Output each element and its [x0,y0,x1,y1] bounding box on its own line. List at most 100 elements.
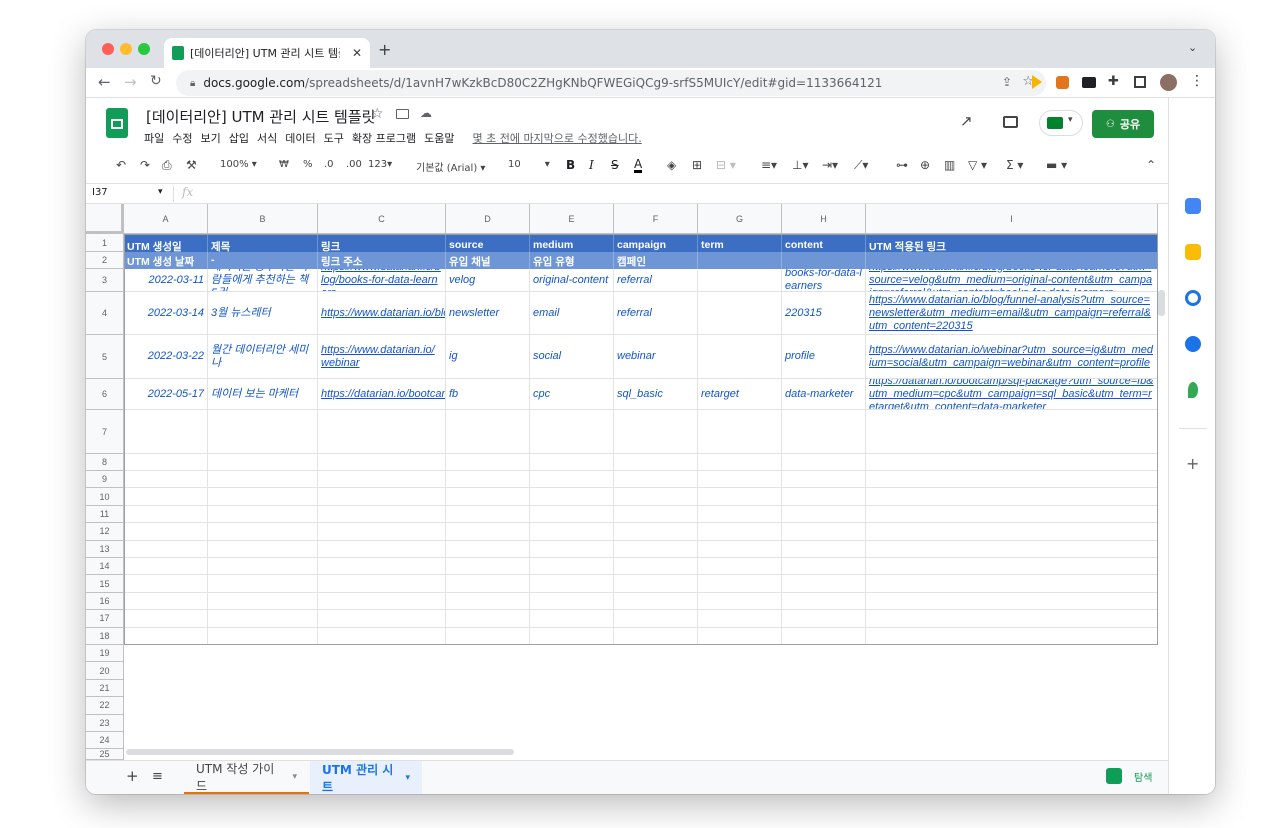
data-cell-title[interactable]: 월간 데이터리안 세미나 [208,335,318,379]
empty-cell[interactable] [782,488,866,506]
percent-format-button[interactable]: % [303,159,313,170]
tab-utm-guide[interactable]: UTM 작성 가이드 ▾ [184,761,309,794]
redo-icon[interactable]: ↷ [140,158,150,172]
data-cell-content[interactable]: data-marketer [782,379,866,410]
empty-cell[interactable] [124,454,208,471]
empty-cell[interactable] [698,488,782,506]
row-header[interactable]: 11 [86,505,124,524]
functions-icon[interactable]: Σ ▾ [1006,158,1023,172]
empty-cell[interactable] [124,575,208,593]
data-cell-link[interactable]: https://www.datarian.io/blog/funnel-anal… [318,292,446,335]
empty-cell[interactable] [124,488,208,506]
column-header-f[interactable]: F [614,204,698,234]
empty-cell[interactable] [530,610,614,628]
share-button[interactable]: ⚇ 공유 [1092,110,1154,138]
more-formats-select[interactable]: 123▾ [368,159,392,170]
forward-icon[interactable]: → [124,73,137,91]
empty-cell[interactable] [866,592,1158,611]
column-header-d[interactable]: D [446,204,530,234]
row-header[interactable]: 1 [86,234,124,252]
empty-cell[interactable] [698,454,782,471]
empty-cell[interactable] [782,540,866,558]
empty-cell[interactable] [530,505,614,524]
column-header-i[interactable]: I [866,204,1158,234]
empty-cell[interactable] [446,410,530,454]
chrome-menu-icon[interactable]: ⋮ [1190,73,1204,89]
empty-cell[interactable] [318,505,446,524]
empty-cell[interactable] [782,558,866,576]
empty-cell[interactable] [866,454,1158,471]
empty-cell[interactable] [208,627,318,645]
row-header[interactable]: 25 [86,749,124,761]
menu-data[interactable]: 데이터 [285,130,315,146]
empty-cell[interactable] [530,575,614,593]
header-cell[interactable]: 캠페인 [614,252,698,269]
menu-insert[interactable]: 삽입 [229,130,249,146]
empty-cell[interactable] [614,592,698,611]
row-header[interactable]: 23 [86,714,124,732]
undo-icon[interactable]: ↶ [116,158,126,172]
menu-edit[interactable]: 수정 [172,130,192,146]
menu-tools[interactable]: 도구 [324,130,344,146]
empty-cell[interactable] [530,592,614,611]
calendar-icon[interactable] [1185,198,1201,214]
empty-cell[interactable] [866,540,1158,558]
collapse-toolbar-icon[interactable]: ⌃ [1146,158,1156,172]
add-sheet-icon[interactable]: + [126,767,139,785]
show-side-panel-icon[interactable]: › [1187,790,1192,794]
empty-cell[interactable] [318,627,446,645]
data-cell-utm[interactable]: https://www.datarian.io/blog/books-for-d… [866,269,1158,292]
row-header[interactable]: 6 [86,379,124,410]
empty-cell[interactable] [866,610,1158,628]
empty-cell[interactable] [124,627,208,645]
empty-cell[interactable] [446,575,530,593]
empty-cell[interactable] [614,488,698,506]
empty-cell[interactable] [614,627,698,645]
increase-decimal-button[interactable]: .00 [346,159,362,170]
reload-icon[interactable]: ↻ [150,73,162,89]
empty-cell[interactable] [614,540,698,558]
empty-cell[interactable] [866,627,1158,645]
get-addons-icon[interactable]: + [1186,454,1199,473]
tasks-icon[interactable] [1185,290,1201,306]
contacts-icon[interactable] [1185,336,1201,352]
text-rotation-icon[interactable]: ⟋▾ [854,158,868,173]
maps-icon[interactable] [1188,382,1198,398]
empty-cell[interactable] [782,410,866,454]
header-cell[interactable]: UTM 생성 날짜 [124,252,208,269]
column-header-c[interactable]: C [318,204,446,234]
empty-cell[interactable] [124,558,208,576]
header-cell[interactable]: campaign [614,234,698,252]
empty-cell[interactable] [208,540,318,558]
empty-cell[interactable] [318,410,446,454]
data-cell-utm[interactable]: https://datarian.io/bootcamp/sql-package… [866,379,1158,410]
empty-cell[interactable] [614,558,698,576]
row-header[interactable]: 9 [86,471,124,489]
empty-cell[interactable] [614,610,698,628]
header-cell[interactable]: term [698,234,782,252]
empty-cell[interactable] [124,410,208,454]
explore-button[interactable]: 탐색 [1106,768,1152,784]
back-icon[interactable]: ← [98,73,111,91]
empty-cell[interactable] [782,454,866,471]
empty-cell[interactable] [446,454,530,471]
document-title[interactable]: [데이터리안] UTM 관리 시트 템플릿 [146,106,375,127]
empty-cell[interactable] [782,592,866,611]
maximize-window-button[interactable] [138,43,150,55]
keep-icon[interactable] [1185,244,1201,260]
empty-cell[interactable] [208,454,318,471]
data-cell-medium[interactable]: original-content [530,269,614,292]
empty-cell[interactable] [208,610,318,628]
data-cell-campaign[interactable]: referral [614,269,698,292]
header-cell[interactable]: 유입 채널 [446,252,530,269]
empty-cell[interactable] [124,592,208,611]
horizontal-scrollbar[interactable] [126,749,514,755]
empty-cell[interactable] [446,592,530,611]
row-header[interactable]: 20 [86,662,124,680]
column-header-e[interactable]: E [530,204,614,234]
row-header[interactable]: 12 [86,523,124,541]
column-header-g[interactable]: G [698,204,782,234]
empty-cell[interactable] [208,575,318,593]
header-cell[interactable]: UTM 적용된 링크 [866,234,1158,252]
empty-cell[interactable] [866,575,1158,593]
